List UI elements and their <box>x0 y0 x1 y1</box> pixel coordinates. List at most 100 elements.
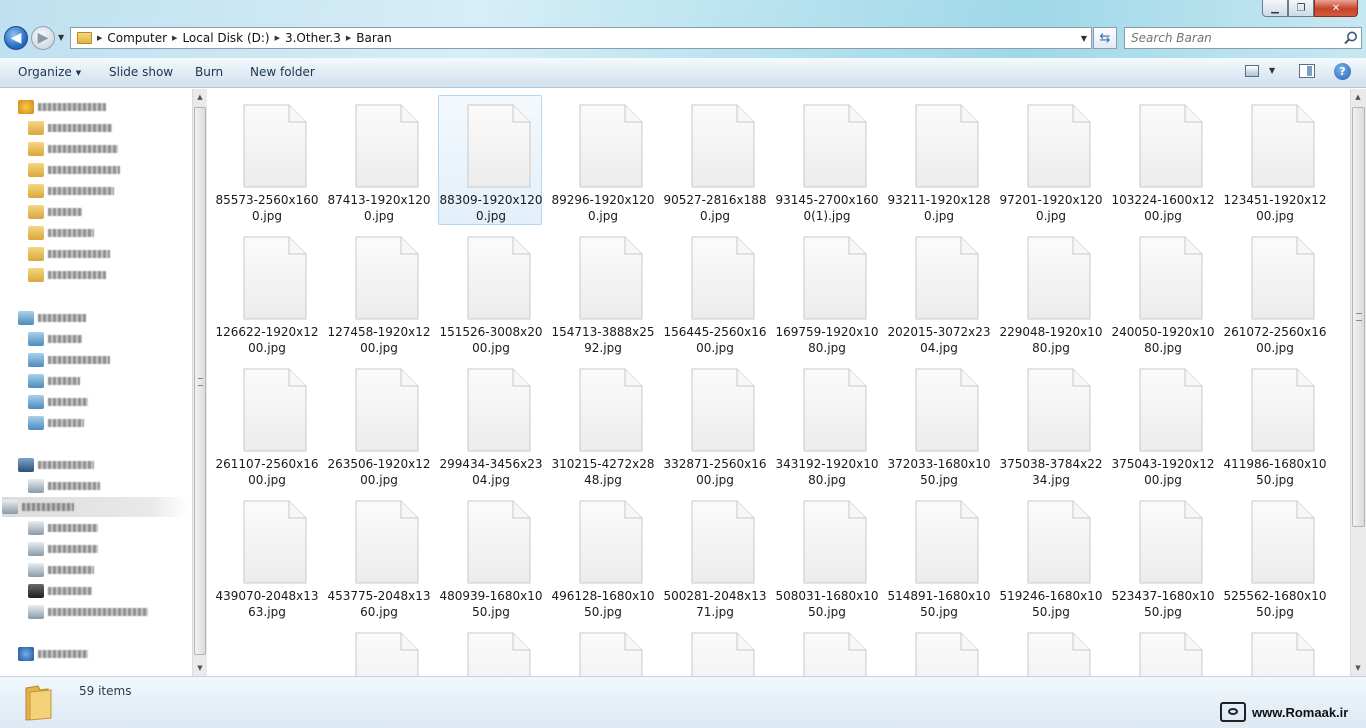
file-item[interactable]: 332871-2560x1600.jpg <box>662 359 767 489</box>
search-input[interactable] <box>1124 27 1362 49</box>
file-item[interactable]: 523437-1680x1050.jpg <box>1110 491 1215 621</box>
chevron-right-icon[interactable]: ▶ <box>345 34 352 42</box>
file-item[interactable]: 261072-2560x1600.jpg <box>1222 227 1327 357</box>
file-item[interactable]: 85573-2560x1600.jpg <box>214 95 319 225</box>
help-icon[interactable]: ? <box>1334 63 1351 80</box>
back-button[interactable]: ◀ <box>4 26 28 50</box>
recent-pages-dropdown[interactable]: ▼ <box>58 33 64 42</box>
file-list-scrollbar[interactable]: ▲ ▼ <box>1350 89 1366 676</box>
file-item[interactable]: 88309-1920x1200.jpg <box>438 95 543 225</box>
search-icon[interactable] <box>1343 30 1359 46</box>
nav-item[interactable] <box>28 223 94 243</box>
chevron-right-icon[interactable]: ▶ <box>171 34 178 42</box>
file-item[interactable]: 343192-1920x1080.jpg <box>774 359 879 489</box>
file-item[interactable]: 240050-1920x1080.jpg <box>1110 227 1215 357</box>
nav-item[interactable] <box>28 265 106 285</box>
chevron-right-icon[interactable]: ▶ <box>96 34 103 42</box>
file-item[interactable]: 453775-2048x1360.jpg <box>326 491 431 621</box>
nav-item[interactable] <box>2 497 188 517</box>
nav-item[interactable] <box>18 455 94 475</box>
preview-pane-icon[interactable] <box>1299 64 1315 78</box>
scroll-thumb[interactable] <box>1352 107 1365 527</box>
file-item[interactable]: 375043-1920x1200.jpg <box>1110 359 1215 489</box>
file-item[interactable]: 103224-1600x1200.jpg <box>1110 95 1215 225</box>
file-item[interactable]: 514891-1680x1050.jpg <box>886 491 991 621</box>
file-item[interactable]: 480939-1680x1050.jpg <box>438 491 543 621</box>
nav-item[interactable] <box>28 371 80 391</box>
file-item[interactable] <box>1110 623 1214 676</box>
forward-button[interactable]: ▶ <box>31 26 55 50</box>
navigation-scrollbar[interactable]: ▲ ▼ <box>192 89 207 676</box>
nav-item[interactable] <box>28 581 92 601</box>
change-view-icon[interactable] <box>1245 65 1259 77</box>
breadcrumb-computer[interactable]: Computer <box>103 31 171 45</box>
minimize-button[interactable]: ▁ <box>1262 0 1288 17</box>
file-item[interactable] <box>662 623 766 676</box>
nav-item[interactable] <box>28 560 94 580</box>
file-item[interactable] <box>998 623 1102 676</box>
file-item[interactable]: 375038-3784x2234.jpg <box>998 359 1103 489</box>
file-item[interactable]: 411986-1680x1050.jpg <box>1222 359 1327 489</box>
file-item[interactable]: 127458-1920x1200.jpg <box>326 227 431 357</box>
new-folder-button[interactable]: New folder <box>250 65 315 79</box>
nav-item[interactable] <box>28 350 110 370</box>
file-item[interactable]: 261107-2560x1600.jpg <box>214 359 319 489</box>
scroll-up-arrow[interactable]: ▲ <box>1351 89 1365 105</box>
file-item[interactable]: 496128-1680x1050.jpg <box>550 491 655 621</box>
refresh-button[interactable]: ⇆ <box>1093 27 1117 49</box>
file-item[interactable] <box>886 623 990 676</box>
breadcrumb-baran[interactable]: Baran <box>352 31 395 45</box>
file-item[interactable]: 87413-1920x1200.jpg <box>326 95 431 225</box>
nav-item[interactable] <box>18 308 86 328</box>
breadcrumb-local-disk[interactable]: Local Disk (D:) <box>178 31 273 45</box>
file-item[interactable]: 123451-1920x1200.jpg <box>1222 95 1327 225</box>
file-item[interactable]: 93211-1920x1280.jpg <box>886 95 991 225</box>
close-button[interactable]: ✕ <box>1314 0 1358 17</box>
file-item[interactable]: 525562-1680x1050.jpg <box>1222 491 1327 621</box>
file-item[interactable]: 93145-2700x1600(1).jpg <box>774 95 879 225</box>
nav-item[interactable] <box>28 118 112 138</box>
file-item[interactable]: 263506-1920x1200.jpg <box>326 359 431 489</box>
file-item[interactable]: 151526-3008x2000.jpg <box>438 227 543 357</box>
nav-item[interactable] <box>28 518 98 538</box>
file-item[interactable]: 169759-1920x1080.jpg <box>774 227 879 357</box>
file-item[interactable]: 439070-2048x1363.jpg <box>214 491 319 621</box>
scroll-up-arrow[interactable]: ▲ <box>193 89 207 105</box>
file-item[interactable]: 299434-3456x2304.jpg <box>438 359 543 489</box>
file-item[interactable]: 89296-1920x1200.jpg <box>550 95 655 225</box>
file-item[interactable] <box>774 623 878 676</box>
nav-item[interactable] <box>28 181 114 201</box>
nav-item[interactable] <box>28 329 82 349</box>
file-item[interactable]: 508031-1680x1050.jpg <box>774 491 879 621</box>
nav-item[interactable] <box>28 539 98 559</box>
file-item[interactable]: 202015-3072x2304.jpg <box>886 227 991 357</box>
nav-item[interactable] <box>28 476 100 496</box>
scroll-down-arrow[interactable]: ▼ <box>193 660 207 676</box>
file-item[interactable] <box>550 623 654 676</box>
nav-item[interactable] <box>18 644 88 664</box>
breadcrumb-other[interactable]: 3.Other.3 <box>281 31 345 45</box>
file-item[interactable] <box>438 623 542 676</box>
file-item[interactable]: 229048-1920x1080.jpg <box>998 227 1103 357</box>
nav-item[interactable] <box>28 602 148 622</box>
burn-button[interactable]: Burn <box>195 65 223 79</box>
scroll-thumb[interactable] <box>194 107 206 655</box>
nav-item[interactable] <box>28 202 82 222</box>
file-item[interactable]: 310215-4272x2848.jpg <box>550 359 655 489</box>
scroll-down-arrow[interactable]: ▼ <box>1351 660 1365 676</box>
file-item[interactable]: 519246-1680x1050.jpg <box>998 491 1103 621</box>
file-item[interactable] <box>326 623 430 676</box>
file-item[interactable]: 126622-1920x1200.jpg <box>214 227 319 357</box>
nav-item[interactable] <box>18 97 106 117</box>
file-item[interactable]: 500281-2048x1371.jpg <box>662 491 767 621</box>
nav-item[interactable] <box>28 244 110 264</box>
file-item[interactable]: 156445-2560x1600.jpg <box>662 227 767 357</box>
address-bar[interactable]: ▶ Computer ▶ Local Disk (D:) ▶ 3.Other.3… <box>70 27 1092 49</box>
file-item[interactable] <box>1222 623 1326 676</box>
organize-button[interactable]: Organize ▼ <box>18 65 81 79</box>
address-dropdown-icon[interactable]: ▼ <box>1081 34 1087 43</box>
slideshow-button[interactable]: Slide show <box>109 65 173 79</box>
file-item[interactable]: 154713-3888x2592.jpg <box>550 227 655 357</box>
chevron-right-icon[interactable]: ▶ <box>274 34 281 42</box>
view-options-dropdown[interactable]: ▼ <box>1269 66 1275 75</box>
